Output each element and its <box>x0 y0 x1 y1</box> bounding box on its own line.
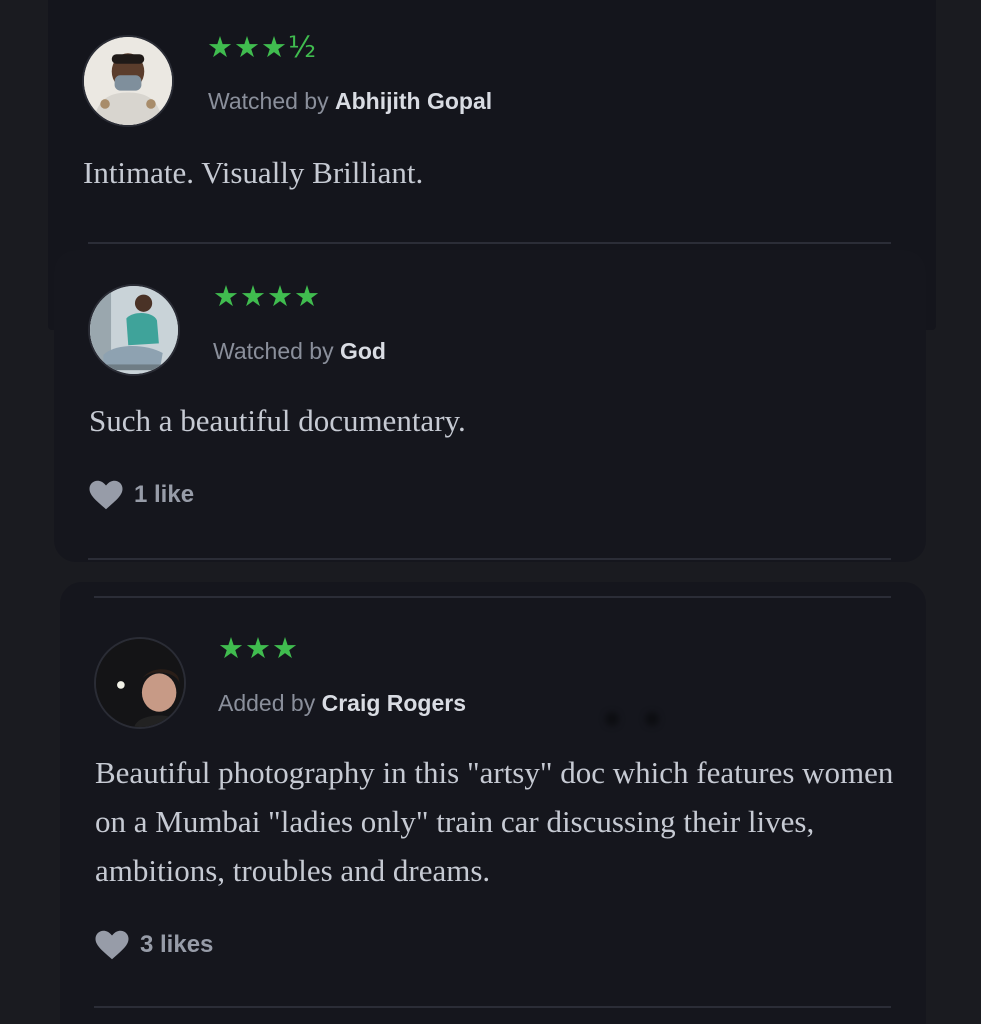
likes-count: 3 likes <box>140 931 214 958</box>
username-link[interactable]: God <box>340 338 386 364</box>
heart-icon <box>89 480 123 510</box>
avatar[interactable] <box>88 284 180 376</box>
divider <box>94 1006 891 1008</box>
review-meta: Watched by God <box>213 338 386 365</box>
review-text: Such a beautiful documentary. <box>89 403 466 438</box>
action-prefix: Watched by <box>208 88 329 114</box>
avatar[interactable] <box>94 637 186 729</box>
review-meta: Added by Craig Rogers <box>218 690 466 717</box>
like-button[interactable]: 3 likes <box>94 930 213 960</box>
rating-stars: ★★★★ <box>213 279 321 313</box>
review-text: Intimate. Visually Brilliant. <box>83 155 424 190</box>
divider <box>88 558 891 560</box>
rating-stars: ★★★½ <box>207 30 318 64</box>
rating-stars: ★★★ <box>218 631 299 665</box>
username-link[interactable]: Abhijith Gopal <box>335 88 492 114</box>
avatar-photo <box>96 639 184 727</box>
avatar-photo <box>84 37 172 125</box>
like-button[interactable]: 1 like <box>88 480 194 510</box>
reviews-feed: ★★★½ Watched by Abhijith Gopal Intimate.… <box>0 0 981 1024</box>
review-text: Beautiful photography in this "artsy" do… <box>95 755 894 888</box>
avatar-photo <box>90 286 178 374</box>
action-prefix: Watched by <box>213 338 334 364</box>
avatar[interactable] <box>82 35 174 127</box>
username-link[interactable]: Craig Rogers <box>322 690 466 716</box>
divider <box>94 596 891 598</box>
screen-smudge <box>645 712 659 726</box>
likes-count: 1 like <box>134 481 195 508</box>
screen-smudge <box>605 712 619 726</box>
review-meta: Watched by Abhijith Gopal <box>208 88 492 115</box>
action-prefix: Added by <box>218 690 316 716</box>
heart-icon <box>95 930 129 960</box>
divider <box>88 242 891 244</box>
